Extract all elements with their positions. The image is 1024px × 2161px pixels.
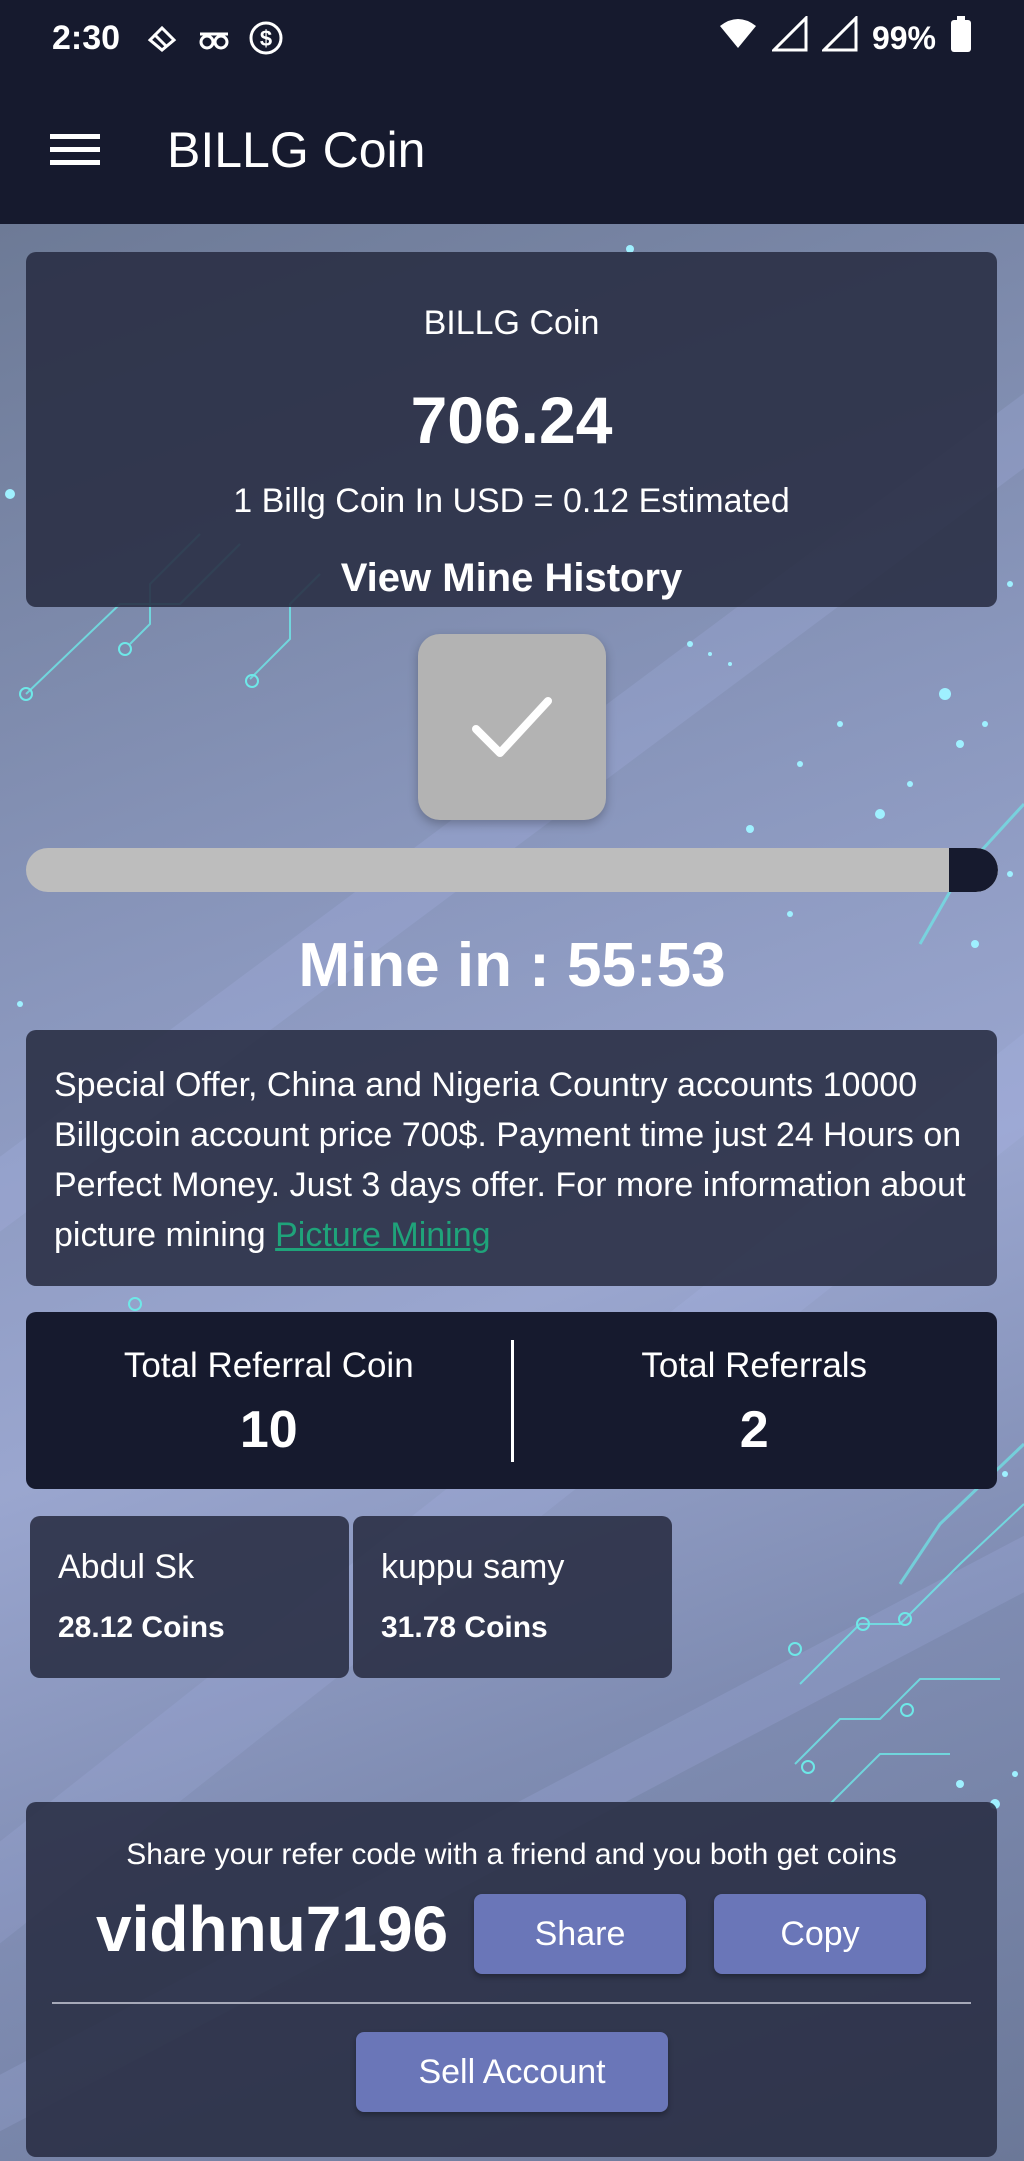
referral-user-card: Abdul Sk 28.12 Coins: [30, 1516, 349, 1678]
status-bar: 2:30 $ 99%: [0, 0, 1024, 76]
view-mine-history-link[interactable]: View Mine History: [26, 556, 997, 601]
coin-rate: 1 Billg Coin In USD = 0.12 Estimated: [233, 482, 790, 520]
share-button[interactable]: Share: [474, 1894, 686, 1974]
status-time: 2:30: [52, 18, 121, 57]
share-code-card: Share your refer code with a friend and …: [26, 1802, 997, 2157]
app-bar: BILLG Coin: [0, 76, 1024, 224]
picture-mining-link[interactable]: Picture Mining: [275, 1216, 490, 1254]
offer-text-block: Special Offer, China and Nigeria Country…: [54, 1060, 969, 1260]
coin-name: BILLG Coin: [423, 304, 600, 342]
signal-icon: [820, 14, 858, 60]
mine-progress-bar: [26, 848, 998, 892]
share-message: Share your refer code with a friend and …: [126, 1838, 897, 1871]
referral-stats-card: Total Referral Coin 10 Total Referrals 2: [26, 1312, 997, 1489]
app-title: BILLG Coin: [167, 122, 426, 178]
coin-balance: 706.24: [410, 383, 613, 457]
total-referral-coin-value: 10: [239, 1401, 298, 1459]
total-referrals: Total Referrals 2: [512, 1312, 998, 1489]
mine-button[interactable]: [418, 634, 606, 820]
signal-icon: [770, 14, 808, 60]
total-referral-coin-label: Total Referral Coin: [123, 1346, 414, 1385]
refer-code: vidhnu7196: [96, 1893, 449, 1965]
copy-button[interactable]: Copy: [714, 1894, 926, 1974]
wifi-icon: [718, 16, 758, 60]
battery-percent: 99%: [871, 19, 936, 56]
referral-user-card: kuppu samy 31.78 Coins: [353, 1516, 672, 1678]
battery-icon: [950, 16, 972, 60]
total-referral-coin: Total Referral Coin 10: [26, 1312, 512, 1489]
mine-timer: Mine in : 55:53: [298, 931, 726, 1000]
dollar-circle-icon: $: [248, 20, 284, 56]
referral-user-coins: 31.78 Coins: [381, 1611, 548, 1644]
check-icon: [472, 697, 552, 757]
referral-user-coins: 28.12 Coins: [58, 1611, 225, 1644]
total-referrals-value: 2: [739, 1401, 769, 1459]
balance-card: BILLG Coin 706.24 1 Billg Coin In USD = …: [26, 252, 997, 607]
svg-text:$: $: [260, 26, 272, 51]
divider: [52, 2002, 971, 2004]
spy-icon: [196, 20, 232, 56]
special-offer-card: Special Offer, China and Nigeria Country…: [26, 1030, 997, 1286]
notification-icon: [144, 20, 180, 56]
main-content: BILLG Coin 706.24 1 Billg Coin In USD = …: [0, 224, 1024, 2161]
status-right: 99%: [718, 14, 972, 60]
total-referrals-label: Total Referrals: [641, 1346, 868, 1385]
referral-user-name: Abdul Sk: [58, 1548, 195, 1586]
offer-text: Special Offer, China and Nigeria Country…: [54, 1066, 966, 1254]
sell-account-button[interactable]: Sell Account: [356, 2032, 668, 2112]
mine-progress-fill: [949, 848, 998, 892]
referral-user-name: kuppu samy: [381, 1548, 565, 1586]
menu-icon[interactable]: [37, 112, 113, 188]
